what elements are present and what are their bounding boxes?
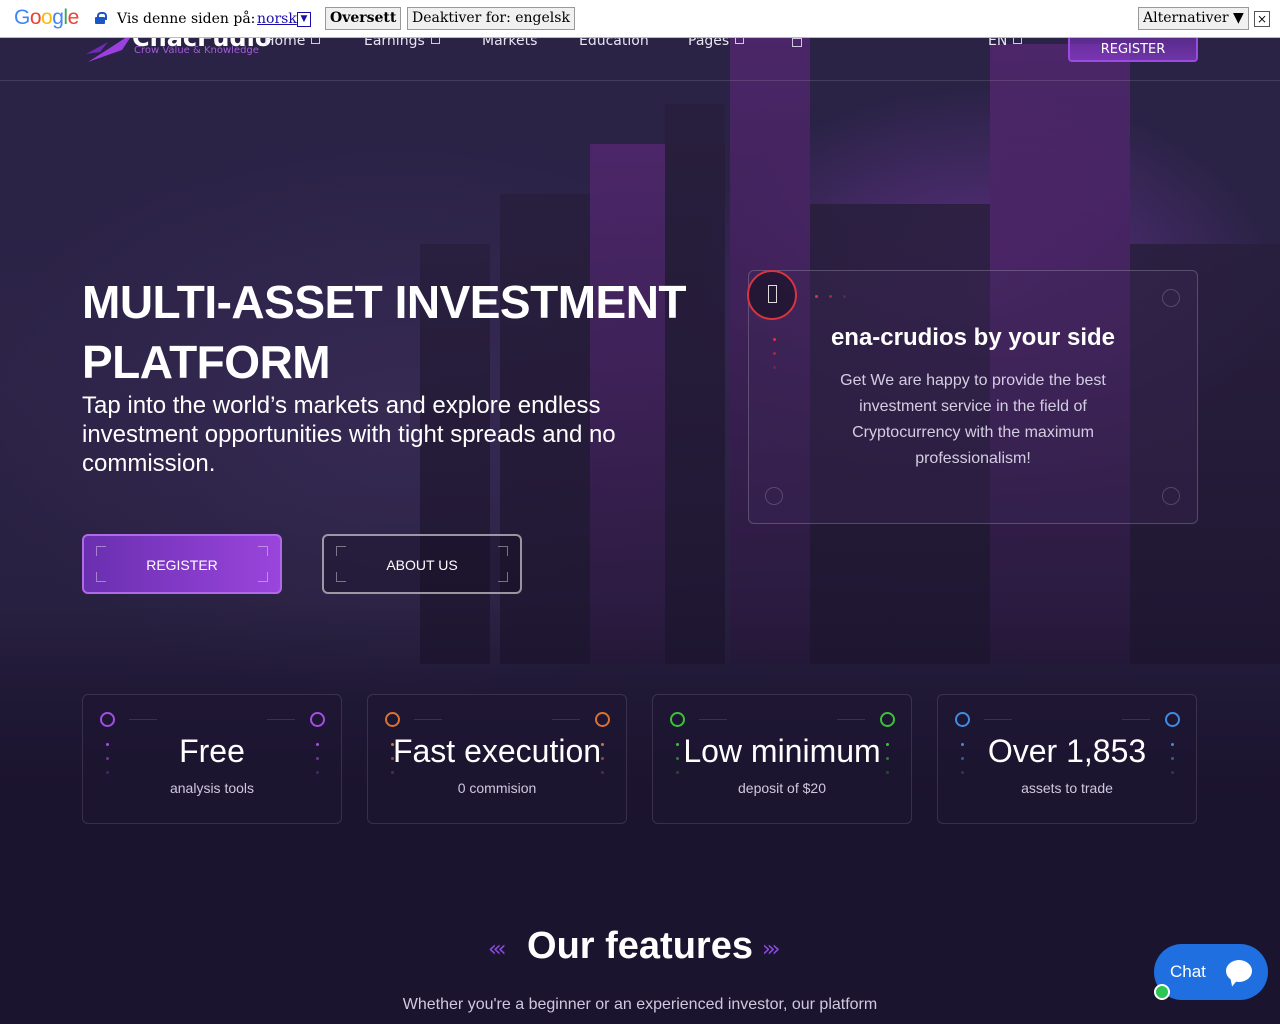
lock-icon bbox=[95, 12, 107, 24]
nav-item-education[interactable]: Education bbox=[579, 38, 649, 49]
decor-dot bbox=[843, 295, 846, 298]
info-card-title: ena-crudios by your side bbox=[830, 324, 1116, 351]
nav-item-label: Education bbox=[579, 38, 649, 49]
stat-value: Over 1,853 bbox=[987, 733, 1147, 769]
stat-value: Free bbox=[179, 733, 245, 769]
stat-card: Free analysis tools bbox=[82, 694, 342, 824]
building-icon bbox=[768, 285, 777, 303]
google-logo: Google bbox=[14, 6, 79, 29]
card-badge bbox=[747, 270, 797, 320]
register-button[interactable]: REGISTER bbox=[82, 534, 282, 594]
online-status-icon bbox=[1154, 984, 1170, 1000]
ring-icon bbox=[385, 712, 400, 727]
nav-item-label: Earnings bbox=[364, 38, 425, 49]
stat-card: Over 1,853 assets to trade bbox=[937, 694, 1197, 824]
decor-dot bbox=[773, 352, 776, 355]
translate-bar: Google Vis denne siden på: norsk ▼ Overs… bbox=[0, 0, 1280, 38]
translate-button[interactable]: Oversett bbox=[325, 7, 402, 30]
language-dropdown-icon[interactable]: ▼ bbox=[297, 12, 311, 27]
hero-background bbox=[0, 38, 1280, 1024]
about-us-button[interactable]: ABOUT US bbox=[322, 534, 522, 594]
nav-item-markets[interactable]: Markets bbox=[482, 38, 537, 49]
nav-item-pages[interactable]: Pages bbox=[688, 38, 745, 49]
disable-translate-button[interactable]: Deaktiver for: engelsk bbox=[407, 7, 575, 30]
nav-item-label: Home bbox=[264, 38, 306, 49]
ring-icon bbox=[595, 712, 610, 727]
chevron-down-icon bbox=[1013, 38, 1023, 44]
ring-icon bbox=[1165, 712, 1180, 727]
brand-logo-icon bbox=[86, 38, 130, 62]
info-card-text: Get We are happy to provide the best inv… bbox=[840, 372, 1106, 467]
site-nav: ChacFudio Crow Value & Knowledge Home Ea… bbox=[0, 38, 1280, 81]
stat-card: Low minimum deposit of $20 bbox=[652, 694, 912, 824]
ring-icon bbox=[955, 712, 970, 727]
stat-value: Low minimum bbox=[683, 733, 881, 769]
ring-icon bbox=[310, 712, 325, 727]
nav-item-label: Markets bbox=[482, 38, 538, 49]
features-title: Our features bbox=[527, 925, 753, 967]
close-icon[interactable]: × bbox=[1254, 11, 1270, 27]
nav-register-button[interactable]: REGISTER bbox=[1068, 38, 1198, 62]
about-us-button-label: ABOUT US bbox=[386, 557, 458, 573]
stat-caption: 0 commision bbox=[457, 780, 537, 796]
ring-icon bbox=[670, 712, 685, 727]
stat-caption: analysis tools bbox=[169, 780, 255, 796]
chevron-down-icon bbox=[430, 38, 440, 44]
translate-options-button[interactable]: Alternativer ▼ bbox=[1138, 7, 1249, 30]
decor-dot bbox=[815, 295, 818, 298]
plus-circle-icon bbox=[1162, 487, 1180, 505]
register-button-label: REGISTER bbox=[146, 557, 218, 573]
decor-dot bbox=[773, 366, 776, 369]
plus-circle-icon bbox=[765, 487, 783, 505]
language-label: EN bbox=[988, 38, 1008, 49]
plus-circle-icon bbox=[1162, 289, 1180, 307]
features-subtitle: Whether you're a beginner or an experien… bbox=[402, 996, 878, 1013]
nav-item-home[interactable]: Home bbox=[264, 38, 321, 49]
nav-item-earnings[interactable]: Earnings bbox=[364, 38, 440, 49]
hero-subtitle: Tap into the world’s markets and explore… bbox=[82, 392, 616, 477]
chevron-down-icon bbox=[311, 38, 321, 44]
search-icon[interactable] bbox=[792, 38, 802, 47]
stat-caption: assets to trade bbox=[1021, 780, 1113, 796]
nav-item-label: Pages bbox=[688, 38, 730, 49]
translate-prompt: Vis denne siden på: bbox=[117, 11, 256, 27]
chevrons-right-icon: ››› bbox=[762, 937, 781, 962]
ring-icon bbox=[100, 712, 115, 727]
hero-title: MULTI-ASSET INVESTMENT PLATFORM bbox=[82, 276, 687, 388]
stat-caption: deposit of $20 bbox=[738, 780, 826, 796]
chat-label: Chat bbox=[1170, 962, 1206, 981]
decor-dot bbox=[829, 295, 832, 298]
stat-value: Fast execution bbox=[392, 733, 602, 769]
language-selector[interactable]: EN bbox=[988, 38, 1023, 49]
translate-language-link[interactable]: norsk bbox=[257, 11, 297, 27]
chat-widget-button[interactable]: Chat bbox=[1154, 944, 1268, 1000]
stat-card: Fast execution 0 commision bbox=[367, 694, 627, 824]
chat-bubble-icon bbox=[1226, 960, 1252, 982]
brand-tagline: Crow Value & Knowledge bbox=[134, 45, 259, 56]
ring-icon bbox=[880, 712, 895, 727]
chevron-down-icon bbox=[735, 38, 745, 44]
